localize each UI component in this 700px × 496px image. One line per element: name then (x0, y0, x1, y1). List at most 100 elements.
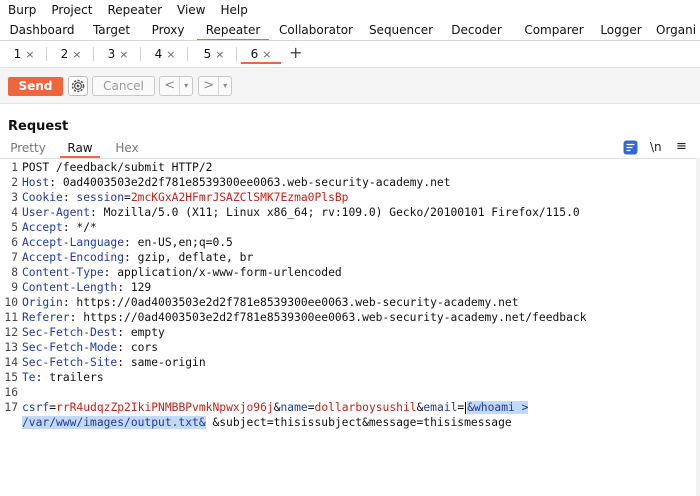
tab-repeater[interactable]: Repeater (197, 20, 269, 40)
request-body: csrf=rrR4udqzZp2IkiPNMBBPvmkNpwxjo96j&na… (22, 401, 529, 414)
back-arrow-icon[interactable]: < (160, 77, 179, 95)
header-sec-fetch-mode: Sec-Fetch-Mode: cors (22, 341, 159, 354)
forward-arrow-icon[interactable]: > (199, 77, 218, 95)
menu-project[interactable]: Project (51, 3, 92, 17)
header-name: Host (22, 176, 50, 189)
tab-sequencer[interactable]: Sequencer (363, 20, 439, 40)
header-sec-fetch-dest: Sec-Fetch-Dest: empty (22, 326, 165, 339)
header-value: cors (130, 341, 159, 354)
tab-organizer[interactable]: Organi (656, 20, 700, 40)
menu-help[interactable]: Help (221, 3, 248, 17)
gear-icon (71, 79, 85, 93)
line-number: 9 (11, 281, 18, 294)
header-name: Content-Length (22, 281, 118, 294)
request-tab-label: 5 (203, 47, 212, 61)
chevron-down-icon[interactable]: ▾ (179, 77, 192, 95)
request-tab-label: 1 (13, 47, 22, 61)
header-value: same-origin (130, 356, 206, 369)
cookie-value: 2mcKGxA2HFmrJSAZClSMK7Ezma0PlsBp (130, 191, 349, 204)
request-tab-4[interactable]: 4 × (145, 44, 185, 64)
newline-toggle[interactable]: \n (650, 140, 662, 156)
tab-raw[interactable]: Raw (60, 141, 100, 158)
editor-scrollbar[interactable] (696, 158, 700, 496)
header-name: User-Agent (22, 206, 91, 219)
request-tab-6[interactable]: 6 × (241, 44, 281, 64)
forward-button-group[interactable]: > ▾ (198, 76, 232, 96)
tab-divider (187, 47, 188, 61)
line-number: 3 (11, 191, 18, 204)
request-tabs: 1 × 2 × 3 × 4 × 5 × 6 × + (0, 41, 700, 68)
line-number: 6 (11, 236, 18, 249)
tab-target[interactable]: Target (84, 20, 139, 40)
tab-pretty[interactable]: Pretty (10, 141, 46, 158)
close-icon[interactable]: × (262, 48, 271, 61)
request-tab-label: 2 (60, 47, 69, 61)
line-number: 15 (4, 371, 18, 384)
header-name: Origin (22, 296, 63, 309)
word-wrap-icon (623, 140, 638, 155)
line-number: 14 (4, 356, 18, 369)
tab-hex[interactable]: Hex (112, 141, 142, 158)
request-tab-2[interactable]: 2 × (51, 44, 91, 64)
tab-divider (236, 47, 237, 61)
tab-collaborator[interactable]: Collaborator (269, 20, 363, 40)
request-view-tabs: Pretty Raw Hex (0, 141, 700, 158)
param-key: email (423, 401, 458, 414)
header-value: application/x-www-form-urlencoded (117, 266, 342, 279)
tab-proxy[interactable]: Proxy (139, 20, 197, 40)
header-accept: Accept: */* (22, 221, 97, 234)
request-tab-1[interactable]: 1 × (4, 44, 44, 64)
selected-payload: /var/www/images/output.txt& (22, 416, 206, 429)
close-icon[interactable]: × (25, 48, 34, 61)
tab-divider (140, 47, 141, 61)
request-panel-title: Request (8, 119, 69, 134)
editor-divider (0, 158, 700, 159)
close-icon[interactable]: × (72, 48, 81, 61)
header-name: Accept-Encoding (22, 251, 125, 264)
tab-decoder[interactable]: Decoder (439, 20, 514, 40)
close-icon[interactable]: × (119, 48, 128, 61)
add-tab-icon[interactable]: + (289, 43, 302, 62)
header-origin: Origin: https://0ad4003503e2d2f781e85393… (22, 296, 519, 309)
chevron-down-icon[interactable]: ▾ (218, 77, 231, 95)
request-tab-5[interactable]: 5 × (194, 44, 234, 64)
hamburger-menu-icon[interactable]: ≡ (676, 139, 687, 155)
header-name: Te (22, 371, 36, 384)
param-key: name (280, 401, 308, 414)
close-icon[interactable]: × (215, 48, 224, 61)
menu-burp[interactable]: Burp (8, 3, 36, 17)
line-number: 8 (11, 266, 18, 279)
request-line: POST /feedback/submit HTTP/2 (22, 161, 213, 174)
header-cookie: Cookie: session=2mcKGxA2HFmrJSAZClSMK7Ez… (22, 191, 349, 204)
header-name: Sec-Fetch-Mode (22, 341, 118, 354)
tab-comparer[interactable]: Comparer (514, 20, 594, 40)
menu-view[interactable]: View (177, 3, 205, 17)
line-number: 4 (11, 206, 18, 219)
cancel-button[interactable]: Cancel (92, 76, 155, 96)
tab-divider (46, 47, 47, 61)
line-number: 5 (11, 221, 18, 234)
back-button-group[interactable]: < ▾ (159, 76, 193, 96)
tab-logger[interactable]: Logger (594, 20, 648, 40)
header-name: Referer (22, 311, 70, 324)
header-sec-fetch-site: Sec-Fetch-Site: same-origin (22, 356, 206, 369)
header-value: 129 (130, 281, 152, 294)
pretty-print-toggle[interactable] (623, 140, 638, 156)
header-user-agent: User-Agent: Mozilla/5.0 (X11; Linux x86_… (22, 206, 580, 219)
request-tab-3[interactable]: 3 × (98, 44, 138, 64)
line-number: 10 (4, 296, 18, 309)
header-value: https://0ad4003503e2d2f781e8539300ee0063… (83, 311, 587, 324)
header-value: empty (130, 326, 165, 339)
line-number: 1 (11, 161, 18, 174)
menu-bar: Burp Project Repeater View Help (0, 0, 700, 20)
header-name: Sec-Fetch-Dest (22, 326, 118, 339)
send-button[interactable]: Send (8, 77, 63, 96)
param-value: rrR4udqzZp2IkiPNMBBPvmkNpwxjo96j (56, 401, 274, 414)
close-icon[interactable]: × (166, 48, 175, 61)
tab-dashboard[interactable]: Dashboard (0, 20, 84, 40)
menu-repeater[interactable]: Repeater (107, 3, 162, 17)
header-value: https://0ad4003503e2d2f781e8539300ee0063… (76, 296, 519, 309)
line-number: 16 (4, 386, 18, 399)
settings-button[interactable] (68, 76, 88, 96)
tool-tabs: Dashboard Target Proxy Repeater Collabor… (0, 20, 700, 41)
